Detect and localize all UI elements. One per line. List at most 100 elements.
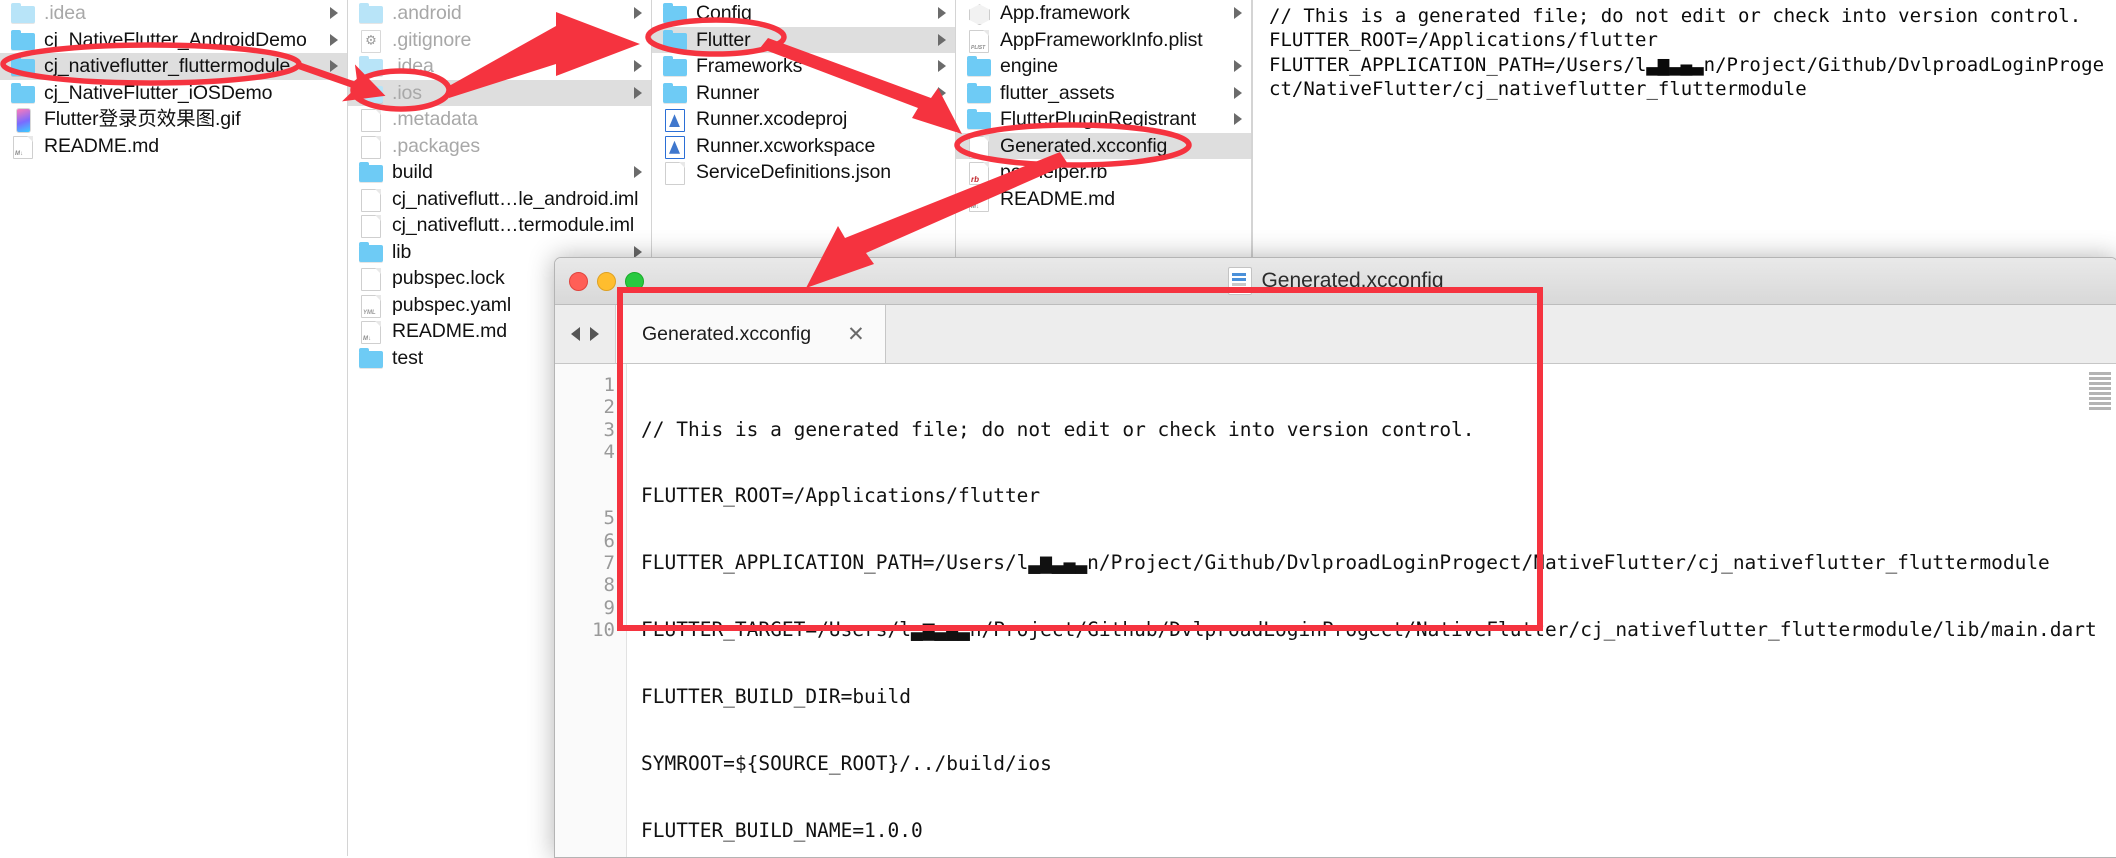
finder-item-servicedefinitions-json[interactable]: ServiceDefinitions.json	[652, 159, 955, 186]
finder-item-label: .android	[392, 2, 462, 25]
editor-code-text[interactable]: // This is a generated file; do not edit…	[627, 364, 2116, 857]
code-line: FLUTTER_TARGET=/Users/l▃▆▃▄▃n/Project/Gi…	[641, 618, 2097, 642]
finder-item-label: .packages	[392, 134, 480, 157]
finder-item-label: ServiceDefinitions.json	[696, 161, 891, 184]
chevron-right-icon	[938, 60, 946, 73]
finder-item-label: Runner.xcworkspace	[696, 134, 876, 157]
finder-item-config[interactable]: Config	[652, 0, 955, 27]
finder-item-build[interactable]: build	[348, 159, 651, 186]
finder-item-runner-xcodeproj[interactable]: Runner.xcodeproj	[652, 106, 955, 133]
folder-pale-icon	[358, 82, 384, 104]
framework-icon	[966, 2, 992, 26]
markdown-icon: M↓	[966, 188, 992, 212]
finder-item-label: Frameworks	[696, 55, 803, 78]
preview-file-contents: // This is a generated file; do not edit…	[1269, 5, 2105, 101]
yaml-icon: YML	[358, 294, 384, 318]
editor-titlebar[interactable]: Generated.xcconfig	[555, 258, 2116, 305]
finder-item-ios[interactable]: .ios	[348, 79, 651, 106]
finder-item-app-framework[interactable]: App.framework	[956, 0, 1251, 27]
close-icon[interactable]: ✕	[847, 322, 865, 347]
folder-icon	[358, 161, 384, 183]
finder-column-1[interactable]: .idea cj_NativeFlutter_AndroidDemo cj_na…	[0, 0, 348, 856]
line-number: 5	[603, 507, 615, 530]
close-window-button[interactable]	[569, 271, 588, 291]
chevron-right-icon	[634, 60, 642, 73]
finder-item-readme-md[interactable]: M↓ README.md	[0, 133, 347, 160]
line-number: 8	[603, 574, 615, 597]
xcconfig-icon	[966, 135, 992, 159]
chevron-right-icon	[330, 60, 338, 73]
code-line: // This is a generated file; do not edit…	[641, 417, 1475, 441]
folder-icon	[10, 82, 36, 104]
finder-item-readme-md[interactable]: M↓ README.md	[956, 186, 1251, 213]
finder-item-engine[interactable]: engine	[956, 53, 1251, 80]
chevron-right-icon	[1234, 113, 1242, 126]
line-number: 2	[603, 396, 615, 419]
tab-navigation-arrows[interactable]	[555, 305, 616, 363]
finder-item-label: cj_nativeflutt…termodule.iml	[392, 214, 635, 237]
chevron-right-icon	[634, 7, 642, 20]
folder-icon	[662, 29, 688, 51]
finder-item-flutterpluginregistrant[interactable]: FlutterPluginRegistrant	[956, 106, 1251, 133]
code-minimap[interactable]	[2089, 372, 2111, 432]
finder-item-label: Runner.xcodeproj	[696, 108, 848, 131]
finder-item-flutter[interactable]: Flutter	[652, 26, 955, 53]
window-traffic-lights[interactable]	[555, 271, 644, 291]
finder-item-label: README.md	[44, 134, 160, 157]
finder-item-cj-nativeflutter-androiddemo[interactable]: cj_NativeFlutter_AndroidDemo	[0, 27, 347, 54]
folder-icon	[662, 55, 688, 77]
finder-item-label: engine	[1000, 55, 1058, 78]
document-icon	[358, 188, 384, 212]
finder-item-android[interactable]: .android	[348, 0, 651, 27]
chevron-right-icon	[1234, 60, 1242, 73]
finder-item-flutter-assets[interactable]: flutter_assets	[956, 80, 1251, 107]
finder-item-runner[interactable]: Runner	[652, 80, 955, 107]
minimize-window-button[interactable]	[597, 271, 616, 291]
editor-code-area[interactable]: 1 2 3 4 5 6 7 8 9 10 // This is a genera…	[555, 364, 2116, 857]
finder-item-runner-xcworkspace[interactable]: Runner.xcworkspace	[652, 133, 955, 160]
finder-item-appframeworkinfo-plist[interactable]: PLIST AppFrameworkInfo.plist	[956, 27, 1251, 54]
finder-item-label: flutter_assets	[1000, 81, 1115, 104]
finder-item-metadata[interactable]: .metadata	[348, 106, 651, 133]
finder-item-iml-android[interactable]: cj_nativeflutt…le_android.iml	[348, 186, 651, 213]
finder-item-idea[interactable]: .idea	[0, 0, 347, 27]
finder-item-cj-nativeflutter-iosdemo[interactable]: cj_NativeFlutter_iOSDemo	[0, 80, 347, 107]
document-icon	[1228, 267, 1253, 295]
code-line: FLUTTER_BUILD_NAME=1.0.0	[641, 818, 923, 842]
finder-item-iml-fluttermodule[interactable]: cj_nativeflutt…termodule.iml	[348, 212, 651, 239]
document-icon	[358, 214, 384, 239]
finder-item-flutter-login-gif[interactable]: Flutter登录页效果图.gif	[0, 106, 347, 134]
finder-item-label: Flutter登录页效果图.gif	[44, 108, 241, 131]
finder-item-cj-nativeflutter-fluttermodule[interactable]: cj_nativeflutter_fluttermodule	[0, 53, 347, 80]
finder-item-label: App.framework	[1000, 2, 1130, 25]
finder-item-gitignore[interactable]: .gitignore	[348, 27, 651, 54]
folder-icon	[966, 55, 992, 77]
finder-item-idea[interactable]: .idea	[348, 53, 651, 80]
folder-icon	[358, 241, 384, 263]
finder-item-podhelper-rb[interactable]: rb podhelper.rb	[956, 159, 1251, 186]
folder-icon	[358, 347, 384, 369]
line-number: 1	[603, 374, 615, 396]
finder-item-frameworks[interactable]: Frameworks	[652, 53, 955, 80]
finder-item-generated-xcconfig[interactable]: Generated.xcconfig	[956, 132, 1251, 159]
finder-item-label: cj_nativeflutter_fluttermodule	[44, 55, 291, 78]
chevron-right-icon[interactable]	[590, 327, 599, 341]
chevron-right-icon	[938, 33, 946, 46]
finder-item-label: podhelper.rb	[1000, 161, 1108, 184]
finder-item-label: README.md	[1000, 187, 1116, 210]
markdown-icon: M↓	[10, 135, 36, 159]
maximize-window-button[interactable]	[625, 271, 644, 291]
line-number: 7	[603, 552, 615, 575]
window-title-area: Generated.xcconfig	[555, 267, 2116, 295]
text-editor-window[interactable]: Generated.xcconfig Generated.xcconfig ✕ …	[554, 257, 2116, 858]
chevron-right-icon	[938, 86, 946, 99]
folder-icon	[966, 82, 992, 104]
finder-item-label: pubspec.yaml	[392, 293, 512, 316]
chevron-left-icon[interactable]	[571, 327, 580, 341]
finder-item-packages[interactable]: .packages	[348, 133, 651, 160]
xcode-project-icon	[662, 108, 688, 133]
document-icon	[358, 267, 384, 292]
gif-preview-icon	[10, 108, 36, 134]
tab-generated-xcconfig[interactable]: Generated.xcconfig ✕	[616, 305, 886, 363]
editor-tabstrip[interactable]: Generated.xcconfig ✕	[555, 305, 2116, 364]
